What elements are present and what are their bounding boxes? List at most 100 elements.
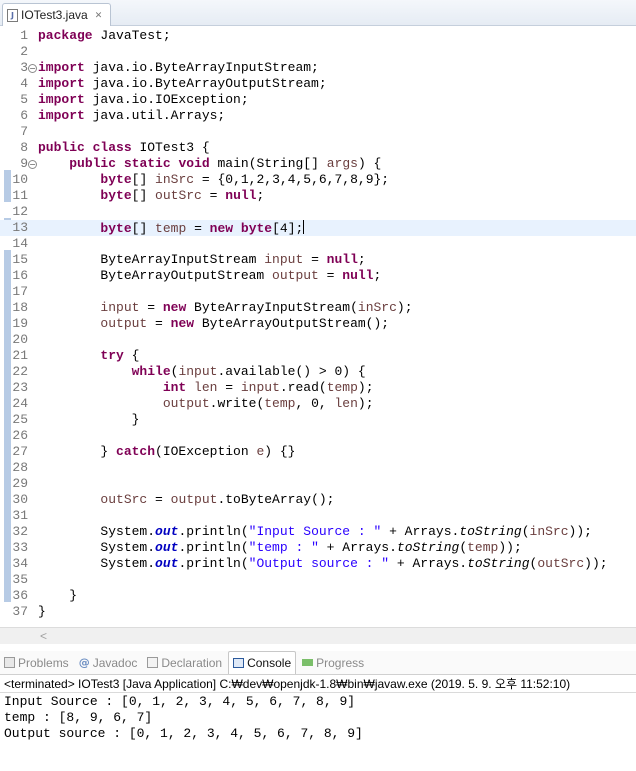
line-number: 24 xyxy=(12,396,28,411)
code-text: System.out.println("Output source : " + … xyxy=(38,556,608,571)
code-line[interactable]: 25 } xyxy=(0,412,636,428)
code-line[interactable]: 28 xyxy=(0,460,636,476)
panel-tab-console[interactable]: Console xyxy=(228,651,297,674)
panel-tab-bar: Problems @ Javadoc Declaration Console Progre… xyxy=(0,651,636,675)
line-number: 12 xyxy=(12,204,28,219)
code-line[interactable]: 7 xyxy=(0,124,636,140)
code-line[interactable]: 34 System.out.println("Output source : "… xyxy=(0,556,636,572)
scroll-left-icon[interactable]: < xyxy=(40,628,47,644)
editor-tab-bar: J IOTest3.java ✕ xyxy=(0,0,636,26)
code-line[interactable]: 11 byte[] outSrc = null; xyxy=(0,188,636,204)
code-text: System.out.println("temp : " + Arrays.to… xyxy=(38,540,522,555)
code-line[interactable]: 37} xyxy=(0,604,636,620)
line-number: 16 xyxy=(12,268,28,283)
line-number: 3 xyxy=(20,60,28,75)
code-line[interactable]: 5 import java.io.IOException; xyxy=(0,92,636,108)
code-line[interactable]: 21 try { xyxy=(0,348,636,364)
line-number: 37 xyxy=(12,604,28,619)
line-number: 18 xyxy=(12,300,28,315)
panel-tab-javadoc[interactable]: @ Javadoc xyxy=(75,652,142,674)
code-text: } xyxy=(38,412,140,427)
panel-tab-label: Javadoc xyxy=(92,655,138,670)
code-line[interactable]: 18 input = new ByteArrayInputStream(inSr… xyxy=(0,300,636,316)
code-line[interactable]: 20 xyxy=(0,332,636,348)
code-text: while(input.available() > 0) { xyxy=(131,364,366,379)
code-line[interactable]: 1 package JavaTest; xyxy=(0,28,636,44)
code-text: byte[] outSrc = null; xyxy=(100,188,265,203)
fold-toggle-icon[interactable]: − xyxy=(28,160,37,169)
code-line[interactable]: 8 public class IOTest3 { xyxy=(0,140,636,156)
panel-tab-declaration[interactable]: Declaration xyxy=(143,652,226,674)
line-number: 21 xyxy=(12,348,28,363)
console-output-line: temp : [8, 9, 6, 7] xyxy=(4,710,153,725)
code-text: output = new ByteArrayOutputStream(); xyxy=(100,316,390,331)
console-divider xyxy=(0,692,636,693)
code-line[interactable]: 9− public static void main(String[] args… xyxy=(0,156,636,172)
line-number: 10 xyxy=(12,172,28,187)
console-output-line: Output source : [0, 1, 2, 3, 4, 5, 6, 7,… xyxy=(4,726,363,741)
code-line[interactable]: 24 output.write(temp, 0, len); xyxy=(0,396,636,412)
code-text: import java.util.Arrays; xyxy=(38,108,226,123)
code-line[interactable]: 12 xyxy=(0,204,636,220)
line-number: 23 xyxy=(12,380,28,395)
code-line[interactable]: 22 while(input.available() > 0) { xyxy=(0,364,636,380)
code-line[interactable]: 15 ByteArrayInputStream input = null; xyxy=(0,252,636,268)
line-number: 14 xyxy=(12,236,28,251)
code-text: outSrc = output.toByteArray(); xyxy=(100,492,335,507)
code-text: byte[] temp = new byte[4]; xyxy=(100,220,305,236)
panel-tab-label: Declaration xyxy=(161,655,223,670)
code-line[interactable]: 30 outSrc = output.toByteArray(); xyxy=(0,492,636,508)
line-number: 26 xyxy=(12,428,28,443)
code-line[interactable]: 29 xyxy=(0,476,636,492)
line-number: 8 xyxy=(20,140,28,155)
line-number: 6 xyxy=(20,108,28,123)
code-line[interactable]: 26 xyxy=(0,428,636,444)
line-number: 11 xyxy=(12,188,28,203)
panel-tab-label: Console xyxy=(247,656,292,670)
line-number: 34 xyxy=(12,556,28,571)
line-number: 5 xyxy=(20,92,28,107)
fold-toggle-icon[interactable]: − xyxy=(28,64,37,73)
line-number: 2 xyxy=(20,44,28,59)
code-line[interactable]: 16 ByteArrayOutputStream output = null; xyxy=(0,268,636,284)
code-line[interactable]: 14 xyxy=(0,236,636,252)
code-line[interactable]: 3− import java.io.ByteArrayInputStream; xyxy=(0,60,636,76)
code-text: public class IOTest3 { xyxy=(38,140,210,155)
code-line[interactable]: 17 xyxy=(0,284,636,300)
line-number: 32 xyxy=(12,524,28,539)
panel-tab-problems[interactable]: Problems xyxy=(0,652,73,674)
code-line[interactable]: 6 import java.util.Arrays; xyxy=(0,108,636,124)
code-line[interactable]: 4 import java.io.ByteArrayOutputStream; xyxy=(0,76,636,92)
code-line[interactable]: 35 xyxy=(0,572,636,588)
code-text: byte[] inSrc = {0,1,2,3,4,5,6,7,8,9}; xyxy=(100,172,390,187)
line-number: 19 xyxy=(12,316,28,331)
code-line[interactable]: 32 System.out.println("Input Source : " … xyxy=(0,524,636,540)
editor-tab-iotest3[interactable]: J IOTest3.java ✕ xyxy=(2,3,112,26)
code-line[interactable]: 19 output = new ByteArrayOutputStream(); xyxy=(0,316,636,332)
line-number: 7 xyxy=(20,124,28,139)
line-number: 9 xyxy=(20,156,28,171)
code-text: ByteArrayOutputStream output = null; xyxy=(38,268,382,283)
console-icon xyxy=(233,658,245,668)
code-line[interactable]: 13 byte[] temp = new byte[4]; xyxy=(0,220,636,236)
code-line[interactable]: 31 xyxy=(0,508,636,524)
editor-horizontal-scrollbar[interactable]: < xyxy=(0,627,636,644)
code-line[interactable]: 10 byte[] inSrc = {0,1,2,3,4,5,6,7,8,9}; xyxy=(0,172,636,188)
problems-icon xyxy=(4,657,15,668)
code-text: ByteArrayInputStream input = null; xyxy=(38,252,366,267)
code-line[interactable]: 23 int len = input.read(temp); xyxy=(0,380,636,396)
panel-tab-progress[interactable]: Progress xyxy=(298,652,368,674)
code-text: } catch(IOException e) {} xyxy=(38,444,296,459)
console-output-line: Input Source : [0, 1, 2, 3, 4, 5, 6, 7, … xyxy=(4,694,356,709)
code-text: import java.io.ByteArrayInputStream; xyxy=(38,60,319,75)
line-number: 4 xyxy=(20,76,28,91)
code-line[interactable]: 27 } catch(IOException e) {} xyxy=(0,444,636,460)
close-icon[interactable]: ✕ xyxy=(95,10,103,21)
code-line[interactable]: 36 } xyxy=(0,588,636,604)
code-text: output.write(temp, 0, len); xyxy=(162,396,374,411)
code-line[interactable]: 2 xyxy=(0,44,636,60)
code-editor[interactable]: 1 package JavaTest; 2 3− import java.io.Byte… xyxy=(0,26,636,623)
line-number: 17 xyxy=(12,284,28,299)
code-line[interactable]: 33 System.out.println("temp : " + Arrays… xyxy=(0,540,636,556)
javadoc-icon: @ xyxy=(78,656,90,669)
